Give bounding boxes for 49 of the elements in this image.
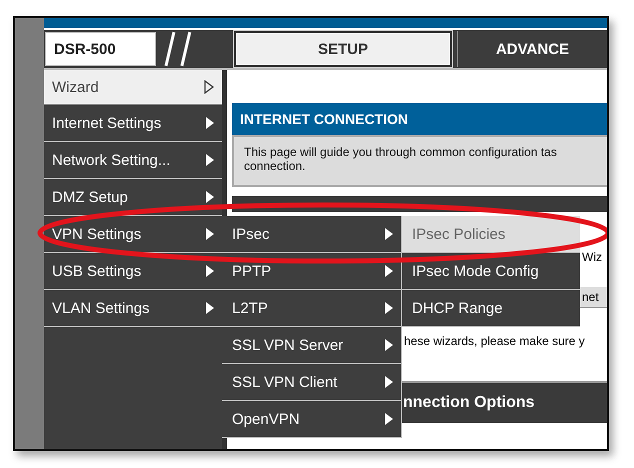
menu-item[interactable]: Network Setting... — [44, 142, 222, 179]
model-label: DSR-500 — [45, 32, 156, 66]
caret-icon — [385, 302, 393, 314]
menu-label: SSL VPN Server — [232, 336, 344, 354]
caret-icon — [385, 339, 393, 351]
section-title: INTERNET CONNECTION — [232, 103, 607, 135]
submenu-item[interactable]: L2TP — [222, 290, 401, 327]
caret-icon — [385, 413, 393, 425]
nav-tab[interactable]: SETUP — [234, 31, 452, 67]
caret-icon — [204, 80, 214, 94]
menu-label: SSL VPN Client — [232, 374, 338, 390]
caret-icon — [206, 117, 214, 129]
menu-label: OpenVPN — [232, 410, 300, 428]
submenu-item[interactable]: IPsec Policies — [402, 216, 580, 253]
caret-icon — [206, 154, 214, 166]
wizard-text: Wiz — [582, 250, 603, 266]
menu-label: PPTP — [232, 262, 272, 280]
caret-icon — [206, 265, 214, 277]
caret-icon — [385, 228, 393, 240]
submenu-item[interactable]: DHCP Range — [402, 290, 580, 327]
menu-label: USB Settings — [52, 262, 142, 280]
caret-icon — [385, 265, 393, 277]
caret-icon — [206, 302, 214, 314]
menu-item[interactable]: Internet Settings — [44, 105, 222, 142]
submenu-item[interactable]: SSL VPN Client — [222, 364, 401, 401]
menu-label: Internet Settings — [52, 114, 162, 132]
submenu-item[interactable]: OpenVPN — [222, 401, 401, 438]
menu-item[interactable]: VLAN Settings — [44, 290, 222, 327]
slashes-icon — [164, 31, 194, 67]
description-text: This page will guide you through common configuration tas — [244, 145, 558, 159]
submenu-item[interactable]: IPsec — [222, 216, 401, 253]
caret-icon — [206, 228, 214, 240]
menu-label: Network Setting... — [52, 152, 170, 168]
section-title: nnection Options — [403, 394, 535, 412]
menu-label: L2TP — [232, 300, 268, 316]
menu-label: IPsec — [232, 226, 270, 242]
description-text: connection. — [244, 159, 306, 173]
menu-label: VPN Settings — [52, 226, 142, 242]
menu-item[interactable]: USB Settings — [44, 253, 222, 290]
caret-icon — [385, 376, 393, 388]
menu-label: Wizard — [52, 78, 99, 96]
submenu-item[interactable]: SSL VPN Server — [222, 327, 401, 364]
menu-label: VLAN Settings — [52, 300, 150, 316]
menu-item[interactable]: DMZ Setup — [44, 179, 222, 216]
caret-icon — [206, 191, 214, 203]
submenu-item[interactable]: IPsec Mode Config — [402, 253, 580, 290]
note-text: hese wizards, please make sure y — [404, 334, 586, 348]
wizard-button[interactable]: net — [578, 287, 607, 308]
menu-label: DMZ Setup — [52, 188, 128, 206]
